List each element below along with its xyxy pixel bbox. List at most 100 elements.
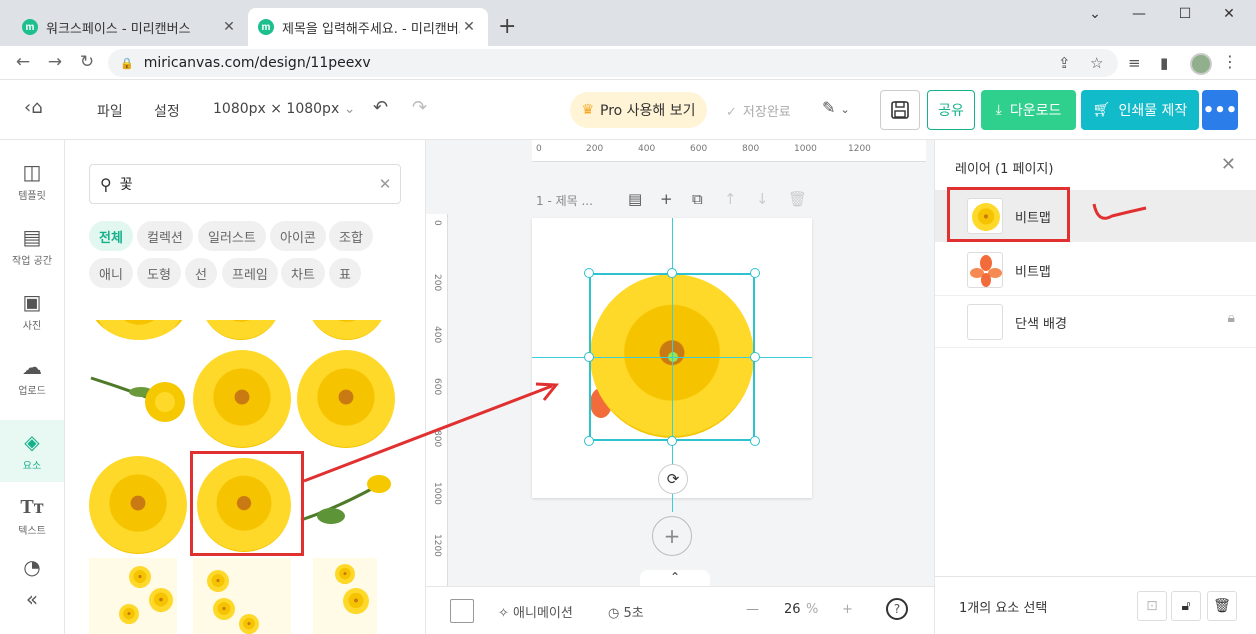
chip-shape[interactable]: 도형: [137, 258, 181, 288]
zoom-in-icon[interactable]: +: [842, 602, 853, 617]
chevron-down-icon[interactable]: ⌄: [1080, 6, 1110, 22]
menu-file[interactable]: 파일: [97, 101, 123, 121]
resize-handle[interactable]: [584, 352, 594, 362]
page-note-icon[interactable]: ▤: [628, 190, 642, 208]
download-button[interactable]: ⤓ 다운로드: [981, 90, 1076, 130]
lock-icon[interactable]: 🔓︎: [1171, 591, 1201, 621]
chip-table[interactable]: 표: [329, 258, 361, 288]
delete-page-icon[interactable]: 🗑︎: [788, 190, 807, 208]
resize-handle[interactable]: [667, 436, 677, 446]
more-options-button[interactable]: •••: [1202, 90, 1238, 130]
window-close-icon[interactable]: ✕: [1214, 6, 1244, 22]
close-icon[interactable]: ✕: [460, 19, 478, 35]
sidebar-item-upload[interactable]: ☁ 업로드: [0, 345, 64, 407]
chip-chart[interactable]: 차트: [281, 258, 325, 288]
sidebar-item-workspace[interactable]: ▤ 작업 공간: [0, 215, 64, 277]
clear-icon[interactable]: ✕: [370, 175, 400, 193]
undo-icon[interactable]: ↶: [373, 97, 388, 118]
elements-panel: ⚲ 꽃 ✕ 전체 컬렉션 일러스트 아이콘 조합 애니 도형 선 프레임 차트 …: [65, 140, 426, 634]
result-thumb[interactable]: [313, 558, 377, 634]
result-thumb[interactable]: [89, 350, 189, 446]
canvas-size-dropdown[interactable]: 1080px × 1080px ⌄: [213, 101, 355, 117]
template-icon: ◫: [22, 160, 42, 184]
new-tab-button[interactable]: +: [498, 14, 516, 39]
zoom-out-icon[interactable]: —: [746, 602, 759, 617]
result-thumb[interactable]: [89, 456, 187, 554]
profile-avatar[interactable]: [1190, 53, 1212, 75]
chip-combination[interactable]: 조합: [329, 221, 373, 251]
add-page-icon[interactable]: +: [660, 190, 673, 208]
chip-all[interactable]: 전체: [89, 221, 133, 251]
move-up-icon[interactable]: ↑: [724, 190, 737, 208]
share-button[interactable]: 공유: [927, 90, 975, 130]
save-button[interactable]: [880, 90, 920, 130]
group-icon[interactable]: ⊡: [1137, 591, 1167, 621]
browser-tab-workspace[interactable]: m 워크스페이스 - 미리캔버스 ✕: [12, 8, 248, 46]
selection-box[interactable]: [589, 273, 755, 441]
reload-icon[interactable]: ↻: [76, 52, 98, 72]
result-thumb[interactable]: [193, 350, 291, 448]
sidebar-collapse[interactable]: «: [0, 580, 64, 620]
page-title[interactable]: 1 - 제목 ...: [536, 192, 593, 209]
close-icon[interactable]: ✕: [220, 19, 238, 35]
duplicate-page-icon[interactable]: ⧉: [692, 190, 703, 208]
side-panel-icon[interactable]: ▮: [1160, 54, 1168, 72]
animation-button[interactable]: ✧ 애니메이션: [498, 602, 573, 621]
forward-arrow-icon[interactable]: →: [44, 52, 66, 72]
result-thumb[interactable]: [193, 320, 291, 340]
lock-icon[interactable]: 🔒︎: [1228, 310, 1235, 326]
resize-handle[interactable]: [667, 268, 677, 278]
chip-icon[interactable]: 아이콘: [270, 221, 326, 251]
resize-handle[interactable]: [584, 436, 594, 446]
move-down-icon[interactable]: ↓: [756, 190, 769, 208]
horizontal-ruler: 0 200 400 600 800 1000 1200: [532, 140, 926, 162]
resize-handle[interactable]: [750, 352, 760, 362]
media-icon[interactable]: ≡: [1128, 54, 1141, 72]
minimize-icon[interactable]: —: [1124, 6, 1154, 22]
menu-settings[interactable]: 설정: [154, 101, 180, 121]
resize-handle[interactable]: [750, 268, 760, 278]
trash-icon[interactable]: 🗑︎: [1207, 591, 1237, 621]
duration-button[interactable]: ◷ 5초: [608, 602, 644, 621]
chip-frame[interactable]: 프레임: [222, 258, 278, 288]
redo-icon[interactable]: ↷: [412, 97, 427, 118]
pen-tool-dropdown[interactable]: ✎ ⌄: [822, 98, 850, 117]
add-page-button[interactable]: +: [652, 516, 692, 556]
browser-tab-design[interactable]: m 제목을 입력해주세요. - 미리캔버스 ✕: [248, 8, 488, 46]
share-page-icon[interactable]: ⇪: [1058, 54, 1071, 72]
bookmark-star-icon[interactable]: ☆: [1090, 54, 1103, 72]
back-arrow-icon[interactable]: ←: [12, 52, 34, 72]
sidebar-item-text[interactable]: Tт 텍스트: [0, 485, 64, 547]
chevron-up-icon[interactable]: ⌃: [640, 570, 710, 586]
result-thumb[interactable]: [297, 320, 397, 340]
home-back-icon[interactable]: ‹⌂: [24, 97, 43, 118]
background-color-swatch[interactable]: [450, 599, 474, 623]
chip-animation[interactable]: 애니: [89, 258, 133, 288]
result-thumb[interactable]: [193, 558, 291, 634]
maximize-icon[interactable]: ☐: [1170, 6, 1200, 22]
pro-trial-button[interactable]: ♛ Pro 사용해 보기: [570, 92, 707, 128]
resize-handle[interactable]: [750, 436, 760, 446]
flower-image: [119, 604, 139, 624]
result-thumb[interactable]: [89, 558, 177, 634]
result-thumb[interactable]: [297, 350, 395, 448]
resize-handle[interactable]: [584, 268, 594, 278]
chip-illustration[interactable]: 일러스트: [198, 221, 266, 251]
result-thumb[interactable]: [89, 320, 189, 340]
rotate-icon[interactable]: ⟳: [658, 464, 688, 494]
url-field[interactable]: 🔒 miricanvas.com/design/11peexv: [108, 49, 1118, 77]
search-input[interactable]: ⚲ 꽃 ✕: [89, 164, 401, 204]
layer-item[interactable]: 단색 배경 🔒︎: [935, 296, 1256, 348]
help-icon[interactable]: ?: [886, 598, 908, 620]
layer-item[interactable]: 비트맵: [935, 244, 1256, 296]
browser-menu-icon[interactable]: ⋮: [1222, 52, 1238, 71]
sidebar-item-template[interactable]: ◫ 템플릿: [0, 150, 64, 212]
zoom-value[interactable]: 26: [784, 602, 801, 617]
print-order-button[interactable]: 🛒︎ 인쇄물 제작: [1081, 90, 1199, 130]
result-thumb[interactable]: [297, 470, 397, 530]
close-icon[interactable]: ✕: [1221, 154, 1236, 175]
chip-line[interactable]: 선: [185, 258, 217, 288]
sidebar-item-photo[interactable]: ▣ 사진: [0, 280, 64, 342]
chip-collection[interactable]: 컬렉션: [137, 221, 193, 251]
sidebar-item-elements[interactable]: ◈ 요소: [0, 420, 64, 482]
